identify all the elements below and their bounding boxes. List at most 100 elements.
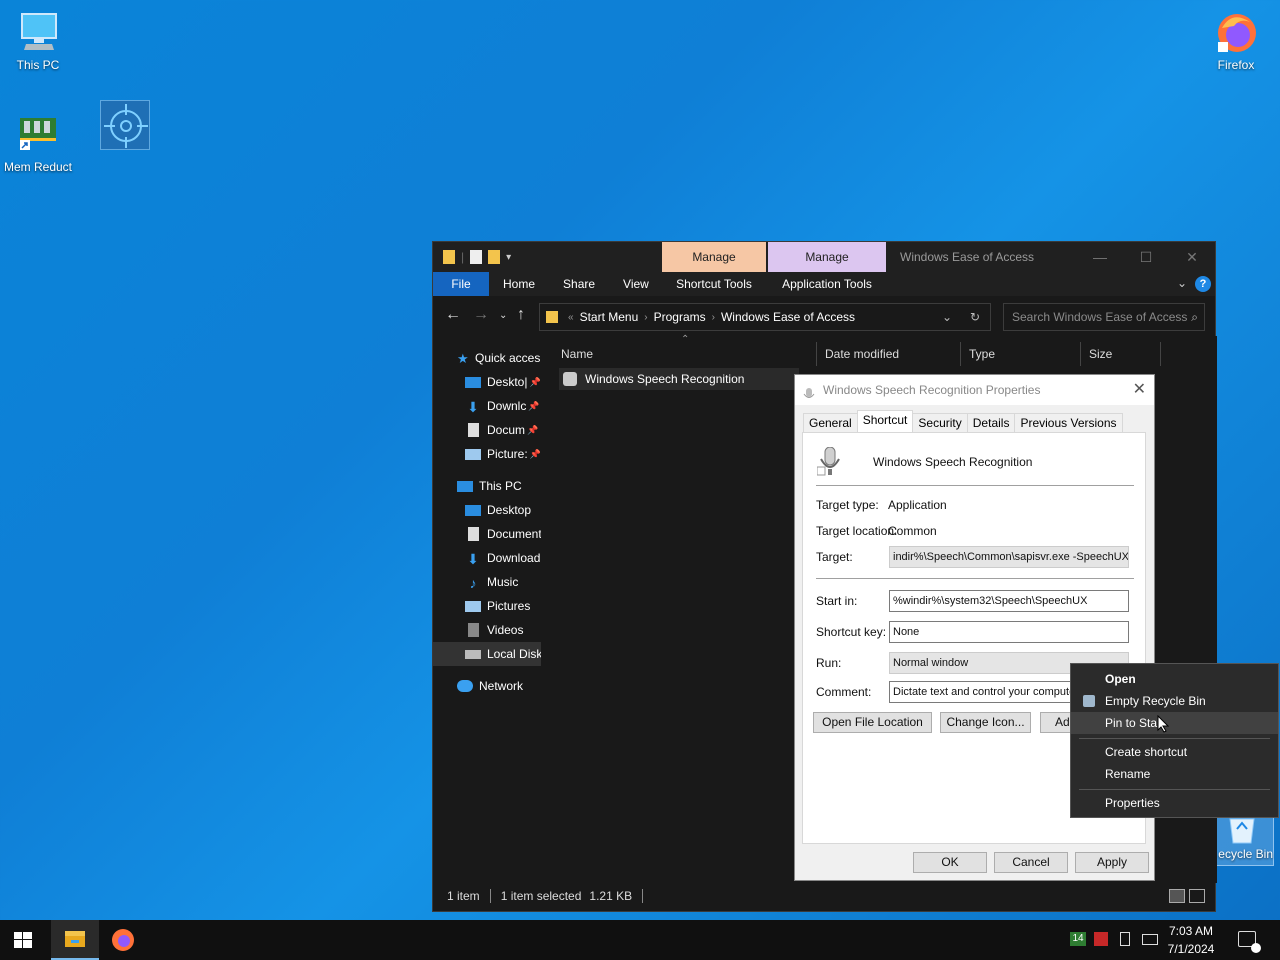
expand-ribbon-icon[interactable]: ⌄ <box>1177 276 1187 290</box>
title-bar[interactable]: | ▾ Manage Manage Windows Ease of Access… <box>433 242 1215 272</box>
nav-quick-access[interactable]: ★ Quick acces <box>433 346 541 370</box>
status-bar: 1 item 1 item selected 1.21 KB <box>433 881 1215 911</box>
tab-view[interactable]: View <box>609 272 663 296</box>
windows-start-icon[interactable] <box>14 932 32 948</box>
change-icon-button[interactable]: Change Icon... <box>940 712 1031 733</box>
dialog-title: Windows Speech Recognition Properties <box>823 383 1041 397</box>
tab-share[interactable]: Share <box>549 272 609 296</box>
tab-security[interactable]: Security <box>912 413 968 433</box>
back-arrow-icon[interactable]: ← <box>445 306 461 324</box>
search-input[interactable]: Search Windows Ease of Access ⌕ <box>1003 303 1205 331</box>
taskbar-firefox[interactable] <box>99 920 147 960</box>
clock[interactable]: 7:03 AM 7/1/2024 <box>1160 922 1222 958</box>
star-icon: ★ <box>457 351 469 366</box>
nav-label: Pictures <box>487 599 531 613</box>
ok-button[interactable]: OK <box>913 852 987 873</box>
breadcrumb-start-menu[interactable]: Start Menu <box>580 310 639 324</box>
apply-button[interactable]: Apply <box>1075 852 1149 873</box>
chevron-right-icon[interactable]: › <box>644 312 647 323</box>
crosshair-app-icon[interactable] <box>100 100 150 150</box>
refresh-icon[interactable]: ↻ <box>970 310 980 324</box>
new-folder-icon[interactable] <box>488 250 501 264</box>
nav-desktop[interactable]: Desktop <box>433 498 541 522</box>
dialog-title-bar[interactable]: Windows Speech Recognition Properties ✕ <box>795 375 1154 405</box>
cancel-button[interactable]: Cancel <box>994 852 1068 873</box>
file-name: Windows Speech Recognition <box>585 372 745 386</box>
menu-item-empty-recycle-bin[interactable]: Empty Recycle Bin <box>1071 690 1278 712</box>
open-file-location-button[interactable]: Open File Location <box>813 712 932 733</box>
customize-toolbar-icon[interactable]: ▾ <box>506 252 511 263</box>
help-icon[interactable]: ? <box>1195 276 1211 292</box>
nav-quick-downloads[interactable]: ⬇ Downlc 📌 <box>433 394 541 418</box>
search-icon: ⌕ <box>1191 310 1198 324</box>
desktop-icon-recycle-bin[interactable]: ecycle Bin <box>1210 816 1274 866</box>
column-header-type[interactable]: Type <box>961 342 1081 366</box>
close-icon[interactable]: ✕ <box>1133 375 1146 405</box>
details-view-icon[interactable] <box>1169 889 1185 903</box>
nav-quick-desktop[interactable]: Deskto| 📌 <box>433 370 541 394</box>
nav-videos[interactable]: Videos <box>433 618 541 642</box>
tab-general[interactable]: General <box>803 413 858 433</box>
breadcrumb-programs[interactable]: Programs <box>654 310 706 324</box>
folder-icon[interactable] <box>443 250 455 264</box>
tab-previous-versions[interactable]: Previous Versions <box>1014 413 1123 433</box>
menu-item-rename[interactable]: Rename <box>1071 763 1278 785</box>
network-icon <box>457 680 473 692</box>
recent-locations-icon[interactable]: ⌄ <box>499 310 507 321</box>
overflow-chevron-icon[interactable]: « <box>568 312 574 323</box>
maximize-button[interactable]: ☐ <box>1123 242 1169 272</box>
properties-icon[interactable] <box>470 250 483 264</box>
manage-application-context-tab[interactable]: Manage <box>768 242 886 272</box>
taskbar-file-explorer[interactable] <box>51 920 99 960</box>
start-in-field[interactable]: %windir%\system32\Speech\SpeechUX <box>889 590 1129 612</box>
column-header-name[interactable]: Name <box>553 342 817 366</box>
tab-details[interactable]: Details <box>966 413 1016 433</box>
usb-device-icon[interactable] <box>1120 932 1130 946</box>
tab-application-tools[interactable]: Application Tools <box>768 272 886 296</box>
shortcut-key-field[interactable]: None <box>889 621 1129 643</box>
manage-shortcut-context-tab[interactable]: Manage <box>662 242 766 272</box>
large-icons-view-icon[interactable] <box>1189 889 1205 903</box>
up-arrow-icon[interactable]: ↑ <box>517 306 525 324</box>
menu-item-properties[interactable]: Properties <box>1071 792 1278 814</box>
network-status-icon[interactable] <box>1142 934 1158 945</box>
mem-reduct-tray-icon[interactable]: 14 <box>1070 932 1086 946</box>
notification-badge <box>1251 943 1261 953</box>
nav-network[interactable]: Network <box>433 674 541 698</box>
file-row[interactable]: Windows Speech Recognition <box>559 368 799 390</box>
address-dropdown-icon[interactable]: ⌄ <box>942 310 952 324</box>
minimize-button[interactable]: — <box>1077 242 1123 272</box>
desktop-icon-mem-reduct[interactable]: Mem Reduct <box>0 110 76 174</box>
menu-item-create-shortcut[interactable]: Create shortcut <box>1071 741 1278 763</box>
column-header-size[interactable]: Size <box>1081 342 1161 366</box>
drive-icon <box>465 649 481 659</box>
chevron-right-icon[interactable]: › <box>712 312 715 323</box>
tray-app-icon[interactable] <box>1094 932 1108 946</box>
close-button[interactable]: ✕ <box>1169 242 1215 272</box>
column-header-date-modified[interactable]: Date modified <box>817 342 961 366</box>
nav-music[interactable]: ♪ Music <box>433 570 541 594</box>
tab-home[interactable]: Home <box>489 272 549 296</box>
nav-this-pc[interactable]: This PC <box>433 474 541 498</box>
tab-shortcut[interactable]: Shortcut <box>856 410 914 433</box>
desktop-icon-firefox[interactable]: Firefox <box>1198 8 1274 72</box>
desktop-icon-label: Firefox <box>1217 58 1255 72</box>
desktop-icon-this-pc[interactable]: This PC <box>0 8 76 72</box>
navigation-bar: ← → ⌄ ↑ « Start Menu › Programs › Window… <box>433 296 1215 336</box>
menu-item-open[interactable]: Open <box>1071 668 1278 690</box>
target-field[interactable]: indir%\Speech\Common\sapisvr.exe -Speech… <box>889 546 1129 568</box>
menu-item-pin-to-start[interactable]: Pin to Star <box>1071 712 1278 734</box>
forward-arrow-icon[interactable]: → <box>473 306 489 324</box>
nav-documents[interactable]: Document <box>433 522 541 546</box>
nav-quick-documents[interactable]: Docum 📌 <box>433 418 541 442</box>
tab-shortcut-tools[interactable]: Shortcut Tools <box>662 272 766 296</box>
nav-local-disk[interactable]: Local Disk <box>433 642 541 666</box>
desktop-icon-label: ecycle Bin <box>1218 847 1273 861</box>
breadcrumb-windows-ease-of-access[interactable]: Windows Ease of Access <box>721 310 855 324</box>
tab-file[interactable]: File <box>433 272 489 296</box>
pictures-icon <box>465 600 481 612</box>
address-bar[interactable]: « Start Menu › Programs › Windows Ease o… <box>539 303 991 331</box>
nav-quick-pictures[interactable]: Picture: 📌 <box>433 442 541 466</box>
nav-pictures[interactable]: Pictures <box>433 594 541 618</box>
nav-downloads[interactable]: ⬇ Download <box>433 546 541 570</box>
